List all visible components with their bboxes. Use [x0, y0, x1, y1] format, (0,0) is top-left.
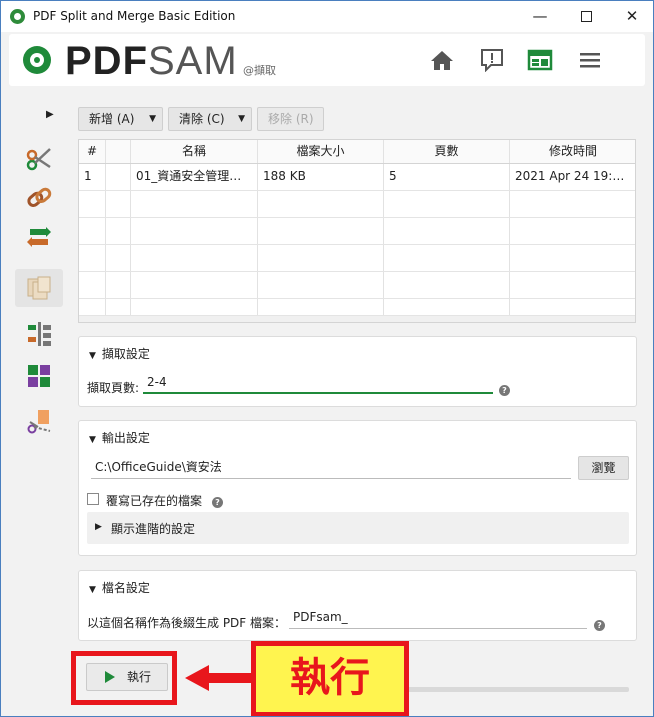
sidebar-item-merge[interactable] — [15, 179, 63, 217]
title-bar: PDF Split and Merge Basic Edition — ✕ — [1, 1, 653, 32]
row-status — [106, 164, 131, 190]
app-window: PDF Split and Merge Basic Edition — ✕ PD… — [0, 0, 654, 717]
help-icon[interactable]: ? — [499, 382, 510, 396]
app-header: PDFSAM @擷取 — [9, 34, 645, 86]
app-logo-icon — [10, 9, 25, 24]
file-table[interactable]: # 名稱 檔案大小 頁數 修改時間 1 01_資通安全管理法... 188 KB… — [78, 139, 636, 323]
file-size-cell: 188 KB — [258, 164, 384, 190]
sidebar-item-split[interactable] — [15, 139, 63, 177]
chevron-down-icon: ▼ — [149, 114, 156, 124]
pdfsam-logo-icon — [23, 46, 51, 74]
output-settings-header[interactable]: ▼ 輸出設定 — [89, 429, 150, 446]
callout-label: 執行 — [251, 641, 409, 716]
filename-settings-title: 檔名設定 — [101, 581, 150, 595]
extract-settings-header[interactable]: ▼ 擷取設定 — [89, 345, 150, 362]
module-name: @擷取 — [243, 64, 276, 77]
overwrite-label: 覆寫已存在的檔案 — [106, 494, 203, 508]
highlight-box — [71, 651, 177, 705]
modified-time-cell: 2021 Apr 24 19:27:36 — [515, 169, 636, 183]
help-icon[interactable]: ? — [212, 494, 223, 508]
column-header[interactable] — [106, 140, 131, 163]
collapse-icon: ▼ — [89, 351, 96, 361]
overwrite-checkbox[interactable] — [87, 493, 99, 505]
brand-logo: PDFSAM — [65, 39, 238, 84]
table-row — [79, 272, 635, 299]
feedback-icon[interactable] — [479, 48, 505, 72]
prefix-label: 以這個名稱作為後綴生成 PDF 檔案： — [87, 616, 287, 630]
table-row — [79, 191, 635, 218]
advanced-settings-toggle[interactable]: ▶ 顯示進階的設定 — [87, 512, 629, 544]
minimize-button[interactable]: — — [517, 1, 563, 32]
filename-settings-panel: ▼ 檔名設定 以這個名稱作為後綴生成 PDF 檔案： PDFsam_ ? — [78, 570, 637, 641]
window-title: PDF Split and Merge Basic Edition — [33, 9, 236, 23]
hamburger-menu-icon[interactable] — [577, 48, 603, 72]
collapse-icon: ▼ — [89, 585, 96, 595]
split-by-size-icon — [27, 410, 51, 434]
file-name-cell: 01_資通安全管理法... — [131, 164, 258, 190]
sidebar-item-split-by-size[interactable] — [15, 403, 63, 441]
sidebar-item-rotate[interactable] — [15, 219, 63, 257]
clear-button[interactable]: 清除 (C) ▼ — [168, 107, 252, 131]
brand-pdf: PDF — [65, 39, 148, 83]
maximize-icon — [580, 11, 592, 22]
chevron-down-icon: ▼ — [238, 114, 245, 124]
browse-button[interactable]: 瀏覽 — [578, 456, 629, 480]
filename-settings-header[interactable]: ▼ 檔名設定 — [89, 579, 150, 596]
expand-sidebar-icon[interactable]: ▶ — [46, 109, 54, 120]
chain-link-icon — [27, 187, 52, 207]
help-icon[interactable]: ? — [594, 617, 605, 631]
extract-settings-panel: ▼ 擷取設定 擷取頁數: 2-4 ? — [78, 336, 637, 407]
expand-icon: ▶ — [95, 522, 102, 532]
table-header-row: # 名稱 檔案大小 頁數 修改時間 — [79, 140, 635, 164]
rotate-icon — [27, 227, 51, 247]
output-settings-title: 輸出設定 — [101, 431, 150, 445]
collapse-icon: ▼ — [89, 435, 96, 445]
home-icon[interactable] — [429, 48, 455, 72]
column-header[interactable]: 修改時間 — [510, 140, 636, 163]
table-scrollbar[interactable] — [79, 316, 635, 322]
sidebar-item-split-by-bookmarks[interactable] — [15, 315, 63, 353]
table-row — [79, 218, 635, 245]
sidebar-item-alternate-mix[interactable] — [15, 357, 63, 395]
maximize-button[interactable] — [563, 1, 609, 32]
pages-input[interactable]: 2-4 — [143, 372, 493, 394]
brand-sam: SAM — [148, 39, 238, 83]
page-count-cell: 5 — [384, 164, 510, 190]
tools-sidebar: ▶ — [9, 101, 69, 441]
advanced-settings-label: 顯示進階的設定 — [111, 522, 196, 536]
add-button-label: 新增 (A) — [89, 112, 135, 126]
add-button[interactable]: 新增 (A) ▼ — [78, 107, 163, 131]
table-row — [79, 245, 635, 272]
progress-bar — [401, 687, 629, 692]
table-row — [79, 299, 635, 316]
close-button[interactable]: ✕ — [609, 1, 653, 32]
row-index: 1 — [79, 164, 106, 190]
extract-settings-title: 擷取設定 — [101, 347, 150, 361]
table-row[interactable]: 1 01_資通安全管理法... 188 KB 5 2021 Apr 24 19:… — [79, 164, 636, 191]
pages-label: 擷取頁數: — [87, 381, 140, 395]
output-settings-panel: ▼ 輸出設定 C:\OfficeGuide\資安法 瀏覽 覆寫已存在的檔案 ? ▶… — [78, 420, 637, 556]
output-path-input[interactable]: C:\OfficeGuide\資安法 — [91, 457, 571, 479]
column-header[interactable]: 頁數 — [384, 140, 510, 163]
column-header[interactable]: 檔案大小 — [258, 140, 384, 163]
remove-button-label: 移除 (R) — [268, 112, 314, 126]
sidebar-item-extract[interactable] — [15, 269, 63, 307]
scissors-icon — [26, 148, 51, 171]
alternate-mix-icon — [28, 365, 50, 387]
extract-pages-icon — [27, 276, 51, 300]
news-icon[interactable] — [527, 48, 553, 72]
clear-button-label: 清除 (C) — [179, 112, 225, 126]
prefix-input[interactable]: PDFsam_ — [289, 607, 587, 629]
remove-button[interactable]: 移除 (R) — [257, 107, 324, 131]
bookmarks-tree-icon — [28, 322, 51, 346]
column-header[interactable]: 名稱 — [131, 140, 258, 163]
column-header[interactable]: # — [79, 140, 106, 163]
